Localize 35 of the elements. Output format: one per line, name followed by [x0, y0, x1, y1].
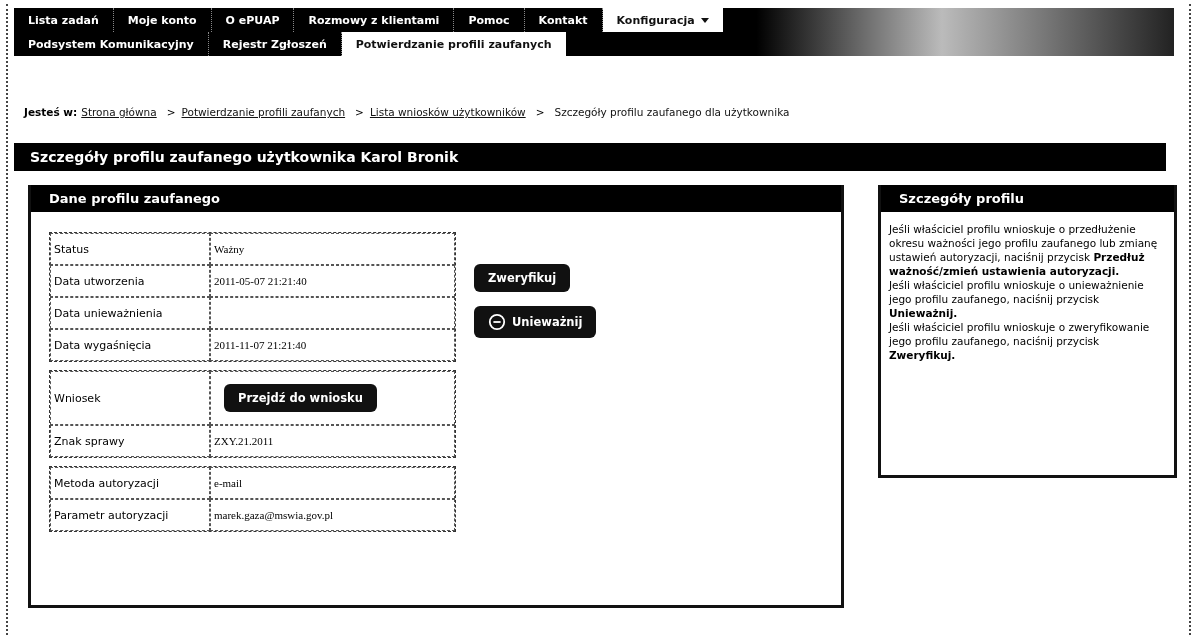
breadcrumb-current: Szczegóły profilu zaufanego dla użytkownika [554, 106, 790, 118]
caret-icon [700, 17, 709, 23]
field-label: Data unieważnienia [50, 297, 210, 329]
help-text: Jeśli właściciel profilu wnioskuje o unieważnienie jego profilu zaufanego, naciśnij przycisk Unieważnij. [889, 278, 1145, 320]
field-label: Data utworzenia [50, 265, 210, 297]
field-label: Parametr autoryzacji [50, 499, 210, 531]
field-label: Status [50, 233, 210, 265]
panel-title: Dane profilu zaufanego [31, 185, 841, 212]
table-cell: Ważny [210, 233, 455, 265]
field-label: Znak sprawy [50, 425, 210, 457]
panel-title: Szczegóły profilu [881, 185, 1174, 212]
verify-button[interactable]: Zweryfikuj [474, 264, 571, 292]
minus-circle-icon [488, 313, 506, 331]
breadcrumb-link[interactable]: Potwierdzanie profili zaufanych [181, 106, 346, 118]
field-label: Metoda autoryzacji [50, 467, 210, 499]
table-cell: 2011-05-07 21:21:40 [210, 265, 455, 297]
breadcrumb-separator: > [166, 106, 176, 118]
breadcrumb-separator: > [535, 106, 545, 118]
go-to-application-button[interactable]: Przejdź do wniosku [224, 384, 377, 412]
breadcrumb-link[interactable]: Lista wniosków użytkowników [369, 106, 526, 118]
nav-tab[interactable]: Konfiguracja [602, 8, 723, 32]
help-text: Jeśli właściciel profilu wnioskuje o przedłużenie okresu ważności jego profilu zaufanego lub zmianę ustawień autoryzacji, naciśnij przycisk Przedłuż ważność/zmień ustawienia autoryzacji. [889, 222, 1159, 278]
table-cell: 2011-11-07 21:21:40 [210, 329, 455, 361]
help-text: Jeśli właściciel profilu wnioskuje o zweryfikowanie jego profilu zaufanego, naciśnij przycisk Zweryfikuj. [889, 320, 1151, 362]
table-cell: ZXY.21.2011 [210, 425, 455, 457]
field-label: Data wygaśnięcia [50, 329, 210, 361]
field-label: Wniosek [50, 371, 210, 425]
breadcrumb-link[interactable]: Strona główna [81, 106, 157, 118]
table-cell: marek.gaza@mswia.gov.pl [210, 499, 455, 531]
breadcrumb-separator: > [355, 106, 364, 118]
page-title: Szczegóły profilu zaufanego użytkownika Karol Bronik [14, 143, 1166, 171]
breadcrumb-label: Jesteś w: [24, 106, 78, 118]
table-cell: e-mail [210, 467, 455, 499]
nav-tab[interactable]: Potwierdzanie profili zaufanych [341, 32, 566, 56]
revoke-button[interactable]: Unieważnij [474, 306, 597, 338]
